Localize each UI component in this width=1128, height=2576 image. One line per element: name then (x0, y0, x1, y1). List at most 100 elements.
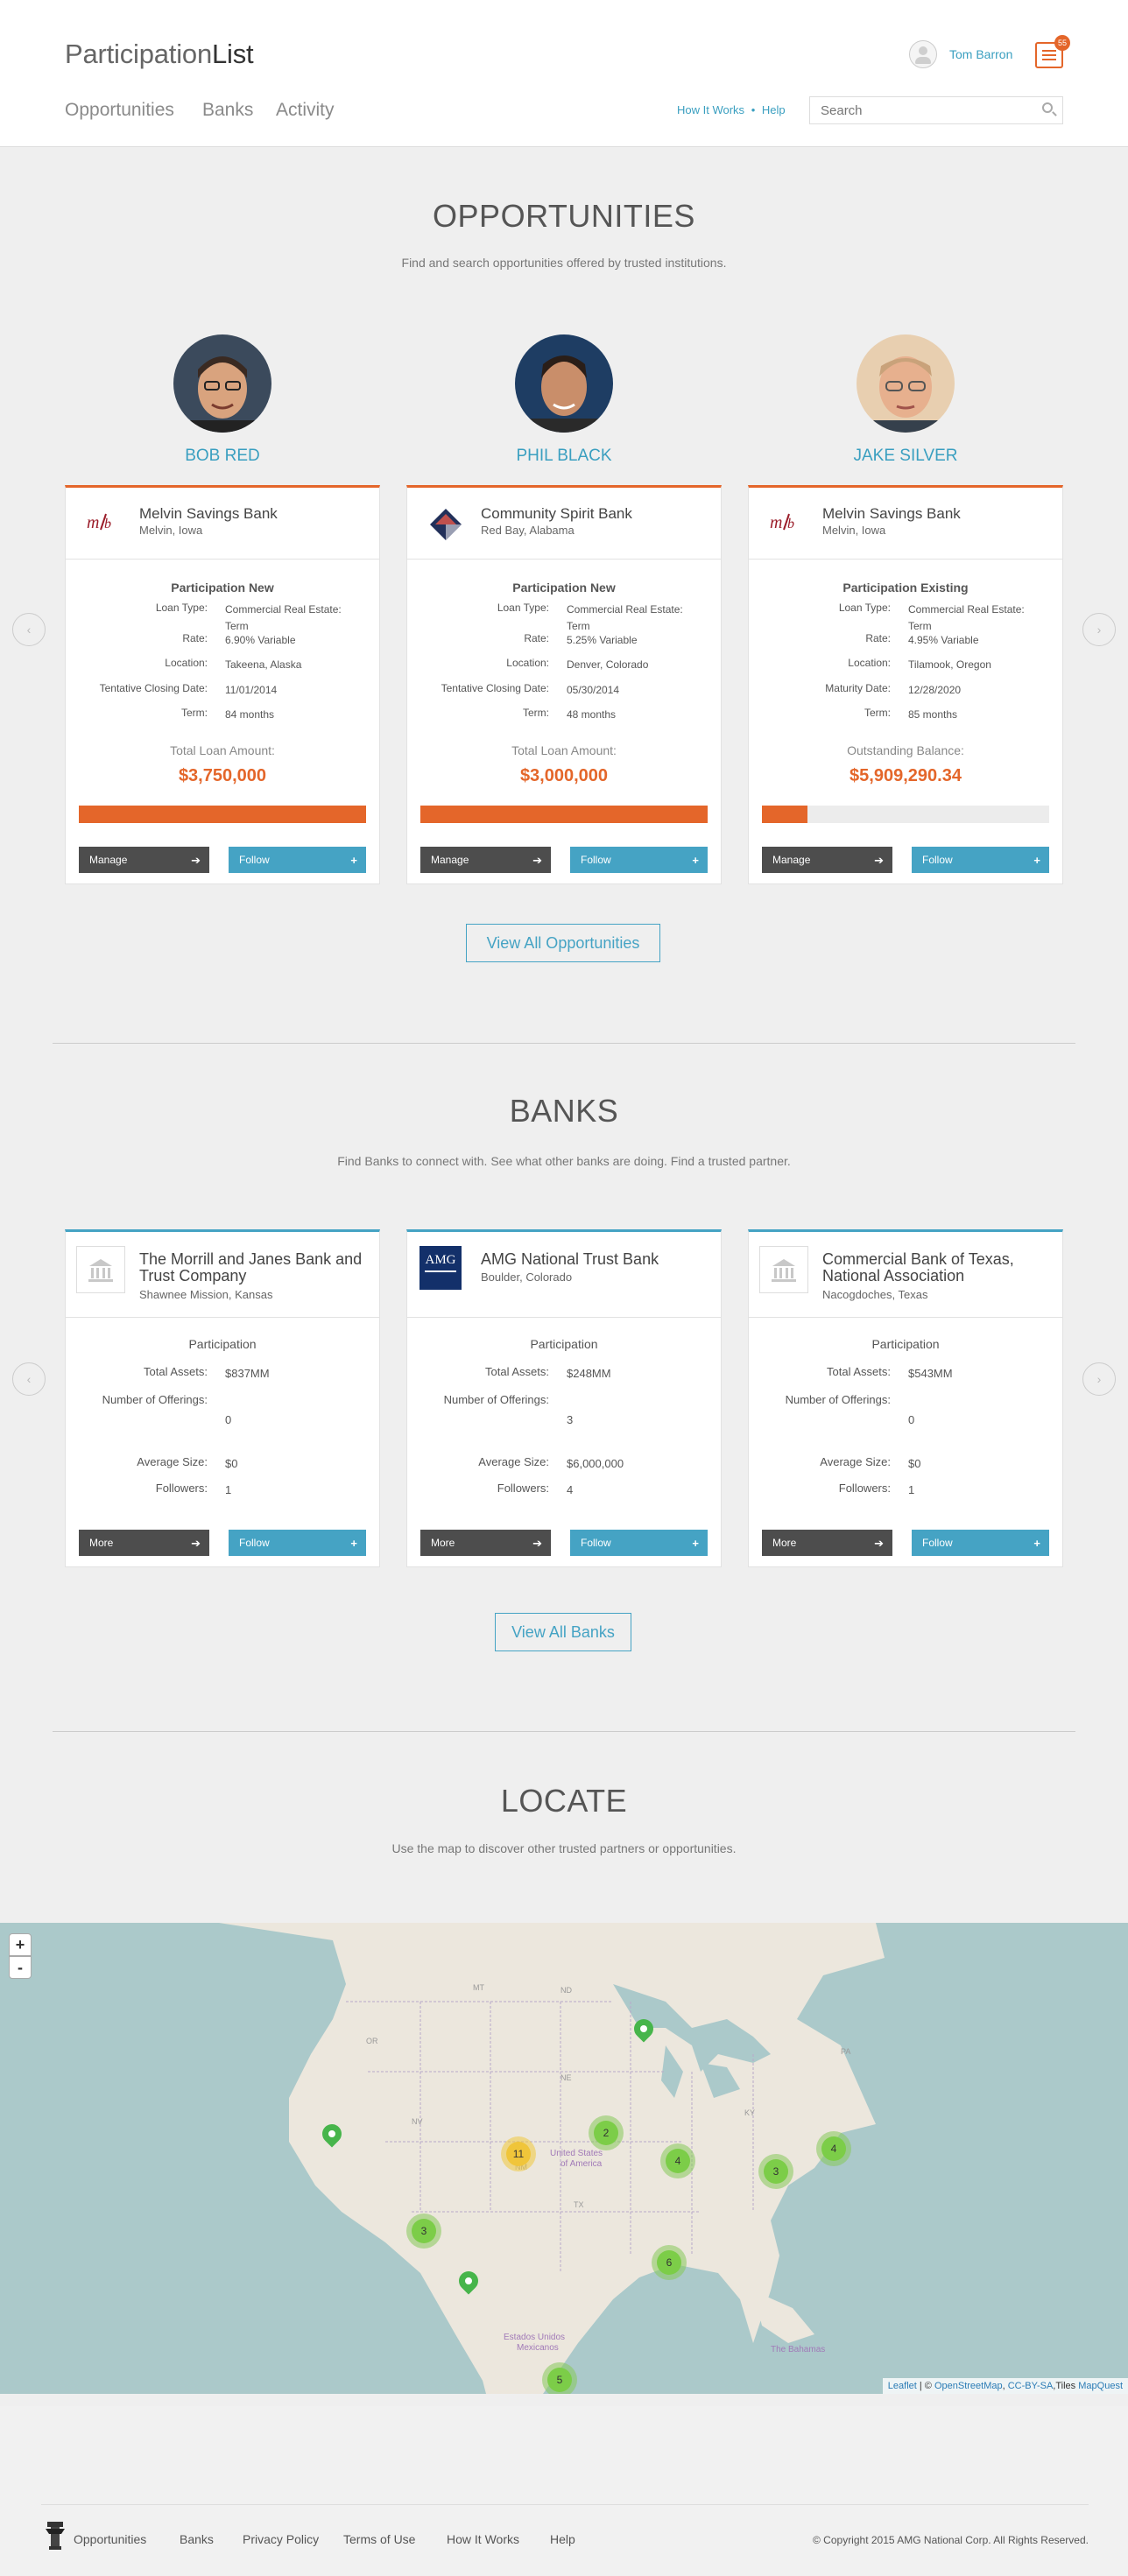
manage-button[interactable]: Manage ➔ (420, 847, 551, 873)
nav-opportunities[interactable]: Opportunities (65, 100, 174, 121)
map-tiles[interactable]: MT ND OR NV NE NM TX KY PA United States… (0, 1923, 1128, 2394)
detail-label: Tentative Closing Date: (99, 682, 208, 694)
opportunity-card[interactable]: m b Melvin Savings Bank Melvin, Iowa Partici… (65, 485, 380, 884)
button-label: Follow (239, 1537, 270, 1549)
footer-link-opportunities[interactable]: Opportunities (74, 2532, 146, 2546)
person-name[interactable]: JAKE SILVER (748, 447, 1063, 466)
detail-value: 84 months (225, 708, 275, 721)
more-button[interactable]: More ➔ (79, 1530, 209, 1556)
bank-name[interactable]: Community Spirit Bank (481, 505, 632, 523)
zoom-out-button[interactable]: - (9, 1956, 32, 1979)
bank-detail-label: Number of Offerings: (785, 1393, 891, 1406)
card-header[interactable]: Community Spirit Bank Red Bay, Alabama (407, 488, 721, 560)
card-header[interactable]: m b Melvin Savings Bank Melvin, Iowa (66, 488, 379, 560)
card-header[interactable]: The Morrill and Janes Bank and Trust Com… (66, 1232, 379, 1318)
svg-text:The Bahamas: The Bahamas (771, 2345, 825, 2354)
person-jake-silver[interactable]: JAKE SILVER (748, 334, 1063, 466)
opportunities-prev-arrow-icon[interactable]: ‹ (12, 613, 46, 646)
opportunity-card[interactable]: m b Melvin Savings Bank Melvin, Iowa Partici… (748, 485, 1063, 884)
bank-detail-value: 0 (225, 1413, 232, 1426)
map-cluster[interactable]: 3 (406, 2214, 441, 2249)
site-logo[interactable]: ParticipationList (65, 39, 254, 70)
leaflet-link[interactable]: Leaflet (888, 2381, 917, 2391)
help-link[interactable]: Help (762, 103, 786, 116)
bank-name[interactable]: Commercial Bank of Texas, National Assoc… (822, 1251, 1059, 1284)
card-header[interactable]: AMG AMG National Trust Bank Boulder, Color… (407, 1232, 721, 1318)
bank-name[interactable]: AMG National Trust Bank (481, 1251, 717, 1268)
person-bob-red[interactable]: BOB RED (65, 334, 380, 466)
bank-detail-value: 3 (567, 1413, 574, 1426)
follow-button[interactable]: Follow + (912, 1530, 1049, 1556)
footer-link-how-it-works[interactable]: How It Works (447, 2532, 519, 2546)
more-button[interactable]: More ➔ (762, 1530, 892, 1556)
bank-card[interactable]: AMG AMG National Trust Bank Boulder, Color… (406, 1229, 722, 1567)
follow-button[interactable]: Follow + (912, 847, 1049, 873)
bank-name[interactable]: Melvin Savings Bank (139, 505, 278, 523)
user-avatar-icon[interactable] (909, 40, 937, 68)
map-cluster[interactable]: 5 (542, 2362, 577, 2394)
detail-label: Rate: (524, 632, 549, 644)
button-label: More (89, 1537, 114, 1549)
svg-text:m: m (87, 513, 99, 532)
more-button[interactable]: More ➔ (420, 1530, 551, 1556)
follow-button[interactable]: Follow + (229, 847, 366, 873)
detail-label: Tentative Closing Date: (441, 682, 549, 694)
detail-label: Rate: (865, 632, 891, 644)
map-cluster[interactable]: 3 (758, 2154, 793, 2189)
bank-logo-icon (427, 505, 465, 548)
svg-text:b: b (104, 517, 111, 531)
search-input[interactable] (809, 96, 1063, 124)
svg-text:KY: KY (744, 2108, 755, 2117)
search-icon[interactable] (1042, 102, 1053, 113)
map-cluster[interactable]: 2 (589, 2115, 624, 2150)
banks-prev-arrow-icon[interactable]: ‹ (12, 1362, 46, 1396)
bank-name[interactable]: Melvin Savings Bank (822, 505, 961, 523)
mapquest-link[interactable]: MapQuest (1078, 2381, 1123, 2391)
map-cluster[interactable]: 6 (652, 2245, 687, 2280)
license-link[interactable]: CC-BY-SA (1008, 2381, 1054, 2391)
footer-link-privacy[interactable]: Privacy Policy (243, 2532, 319, 2546)
follow-button[interactable]: Follow + (229, 1530, 366, 1556)
opportunity-card[interactable]: Community Spirit Bank Red Bay, Alabama Par… (406, 485, 722, 884)
manage-button[interactable]: Manage ➔ (762, 847, 892, 873)
person-name[interactable]: BOB RED (65, 447, 380, 466)
person-phil-black[interactable]: PHIL BLACK (406, 334, 722, 466)
arrow-right-icon: ➔ (191, 854, 201, 867)
person-name[interactable]: PHIL BLACK (406, 447, 722, 466)
how-it-works-link[interactable]: How It Works (677, 103, 744, 116)
button-label: Follow (922, 1537, 953, 1549)
nav-activity[interactable]: Activity (276, 100, 335, 121)
footer-logo-icon[interactable] (44, 2520, 67, 2551)
card-header[interactable]: Commercial Bank of Texas, National Assoc… (749, 1232, 1062, 1318)
bank-name[interactable]: The Morrill and Janes Bank and Trust Com… (139, 1251, 376, 1284)
svg-text:Mexicanos: Mexicanos (517, 2343, 559, 2353)
map-cluster[interactable]: 4 (660, 2143, 695, 2178)
bank-card[interactable]: Commercial Bank of Texas, National Assoc… (748, 1229, 1063, 1567)
footer-link-terms[interactable]: Terms of Use (343, 2532, 415, 2546)
button-label: Follow (239, 854, 270, 866)
plus-icon: + (1033, 854, 1040, 867)
view-all-opportunities-button[interactable]: View All Opportunities (466, 924, 660, 962)
map-cluster[interactable]: 4 (816, 2131, 851, 2166)
card-header[interactable]: m b Melvin Savings Bank Melvin, Iowa (749, 488, 1062, 560)
follow-button[interactable]: Follow + (570, 847, 708, 873)
osm-link[interactable]: OpenStreetMap (934, 2381, 1003, 2391)
detail-label: Term: (523, 707, 549, 719)
manage-button[interactable]: Manage ➔ (79, 847, 209, 873)
footer-link-help[interactable]: Help (550, 2532, 575, 2546)
user-name-link[interactable]: Tom Barron (949, 47, 1012, 61)
bank-detail-value: $543MM (908, 1367, 953, 1380)
opportunities-next-arrow-icon[interactable]: › (1082, 613, 1116, 646)
view-all-banks-button[interactable]: View All Banks (495, 1613, 631, 1651)
map[interactable]: MT ND OR NV NE NM TX KY PA United States… (0, 1923, 1128, 2394)
zoom-in-button[interactable]: + (9, 1933, 32, 1956)
footer-link-banks[interactable]: Banks (180, 2532, 214, 2546)
bank-card[interactable]: The Morrill and Janes Bank and Trust Com… (65, 1229, 380, 1567)
top-links: How It Works • Help (677, 103, 786, 116)
follow-button[interactable]: Follow + (570, 1530, 708, 1556)
button-label: Follow (922, 854, 953, 866)
detail-value: 12/28/2020 (908, 684, 962, 696)
nav-banks[interactable]: Banks (202, 100, 253, 121)
banks-next-arrow-icon[interactable]: › (1082, 1362, 1116, 1396)
map-cluster[interactable]: 11 (501, 2136, 536, 2171)
